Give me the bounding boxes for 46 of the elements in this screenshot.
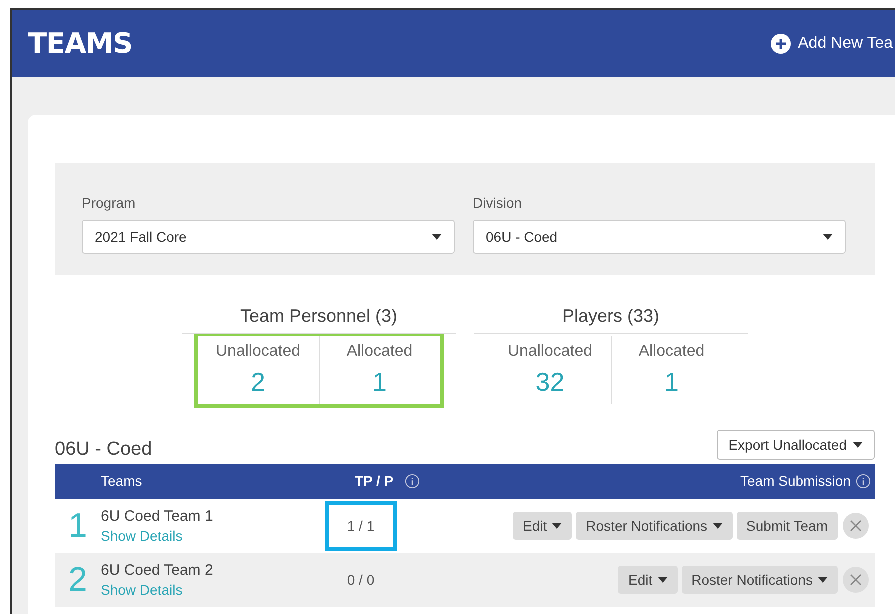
stat-label: Allocated (638, 342, 705, 362)
action-button[interactable]: Submit Team (736, 512, 838, 540)
column-header: Team Submission (740, 472, 851, 491)
close-icon (850, 520, 862, 532)
info-icon[interactable] (404, 474, 420, 489)
export-button[interactable]: Export Unallocated (716, 430, 875, 460)
filter-label: Program (82, 194, 137, 213)
stat-label: Unallocated (508, 342, 592, 362)
section-title: 06U - Coed (55, 438, 152, 462)
filter-label: Division (473, 194, 524, 213)
row-number: 1 (68, 506, 88, 546)
stat-value: 1 (372, 366, 387, 399)
action-button[interactable]: Edit (513, 512, 572, 540)
caret-icon (432, 234, 442, 240)
remove-button[interactable] (843, 513, 869, 539)
filter-select[interactable]: 06U - Coed (473, 220, 846, 254)
stat-label: Unallocated (216, 342, 300, 362)
column-header: TP / P (355, 472, 394, 491)
remove-button[interactable] (843, 567, 869, 593)
stat-label: Allocated (346, 342, 413, 362)
stat-value: 1 (664, 366, 679, 399)
stat-value: 2 (251, 366, 266, 399)
caret-icon (552, 523, 562, 529)
add-team-button[interactable]: Add New Tea (771, 32, 895, 56)
caret-icon (658, 577, 668, 583)
plus-circle-icon (771, 34, 792, 54)
caret-icon (818, 577, 828, 583)
caret-icon (712, 523, 723, 529)
filter-select[interactable]: 2021 Fall Core (82, 220, 455, 254)
column-header: Teams (100, 472, 144, 491)
row-number: 2 (68, 560, 88, 600)
page-title: TEAMS (28, 26, 132, 62)
caret-icon (823, 234, 833, 240)
team-name: 6U Coed Team 1 (101, 507, 214, 527)
action-button[interactable]: Roster Notifications (576, 512, 733, 540)
action-button[interactable]: Edit (618, 566, 678, 594)
stat-group-title: Team Personnel (3) (240, 305, 398, 328)
team-name: 6U Coed Team 2 (101, 561, 214, 581)
caret-icon (853, 442, 863, 448)
close-icon (850, 574, 862, 586)
stat-group-title: Players (33) (562, 305, 660, 328)
tp-p-cell: 1 / 1 (325, 501, 397, 551)
stat-value: 32 (536, 366, 565, 399)
info-icon[interactable] (856, 474, 871, 489)
action-button[interactable]: Roster Notifications (682, 566, 838, 594)
tp-p-cell-text: 0 / 0 (346, 570, 376, 590)
